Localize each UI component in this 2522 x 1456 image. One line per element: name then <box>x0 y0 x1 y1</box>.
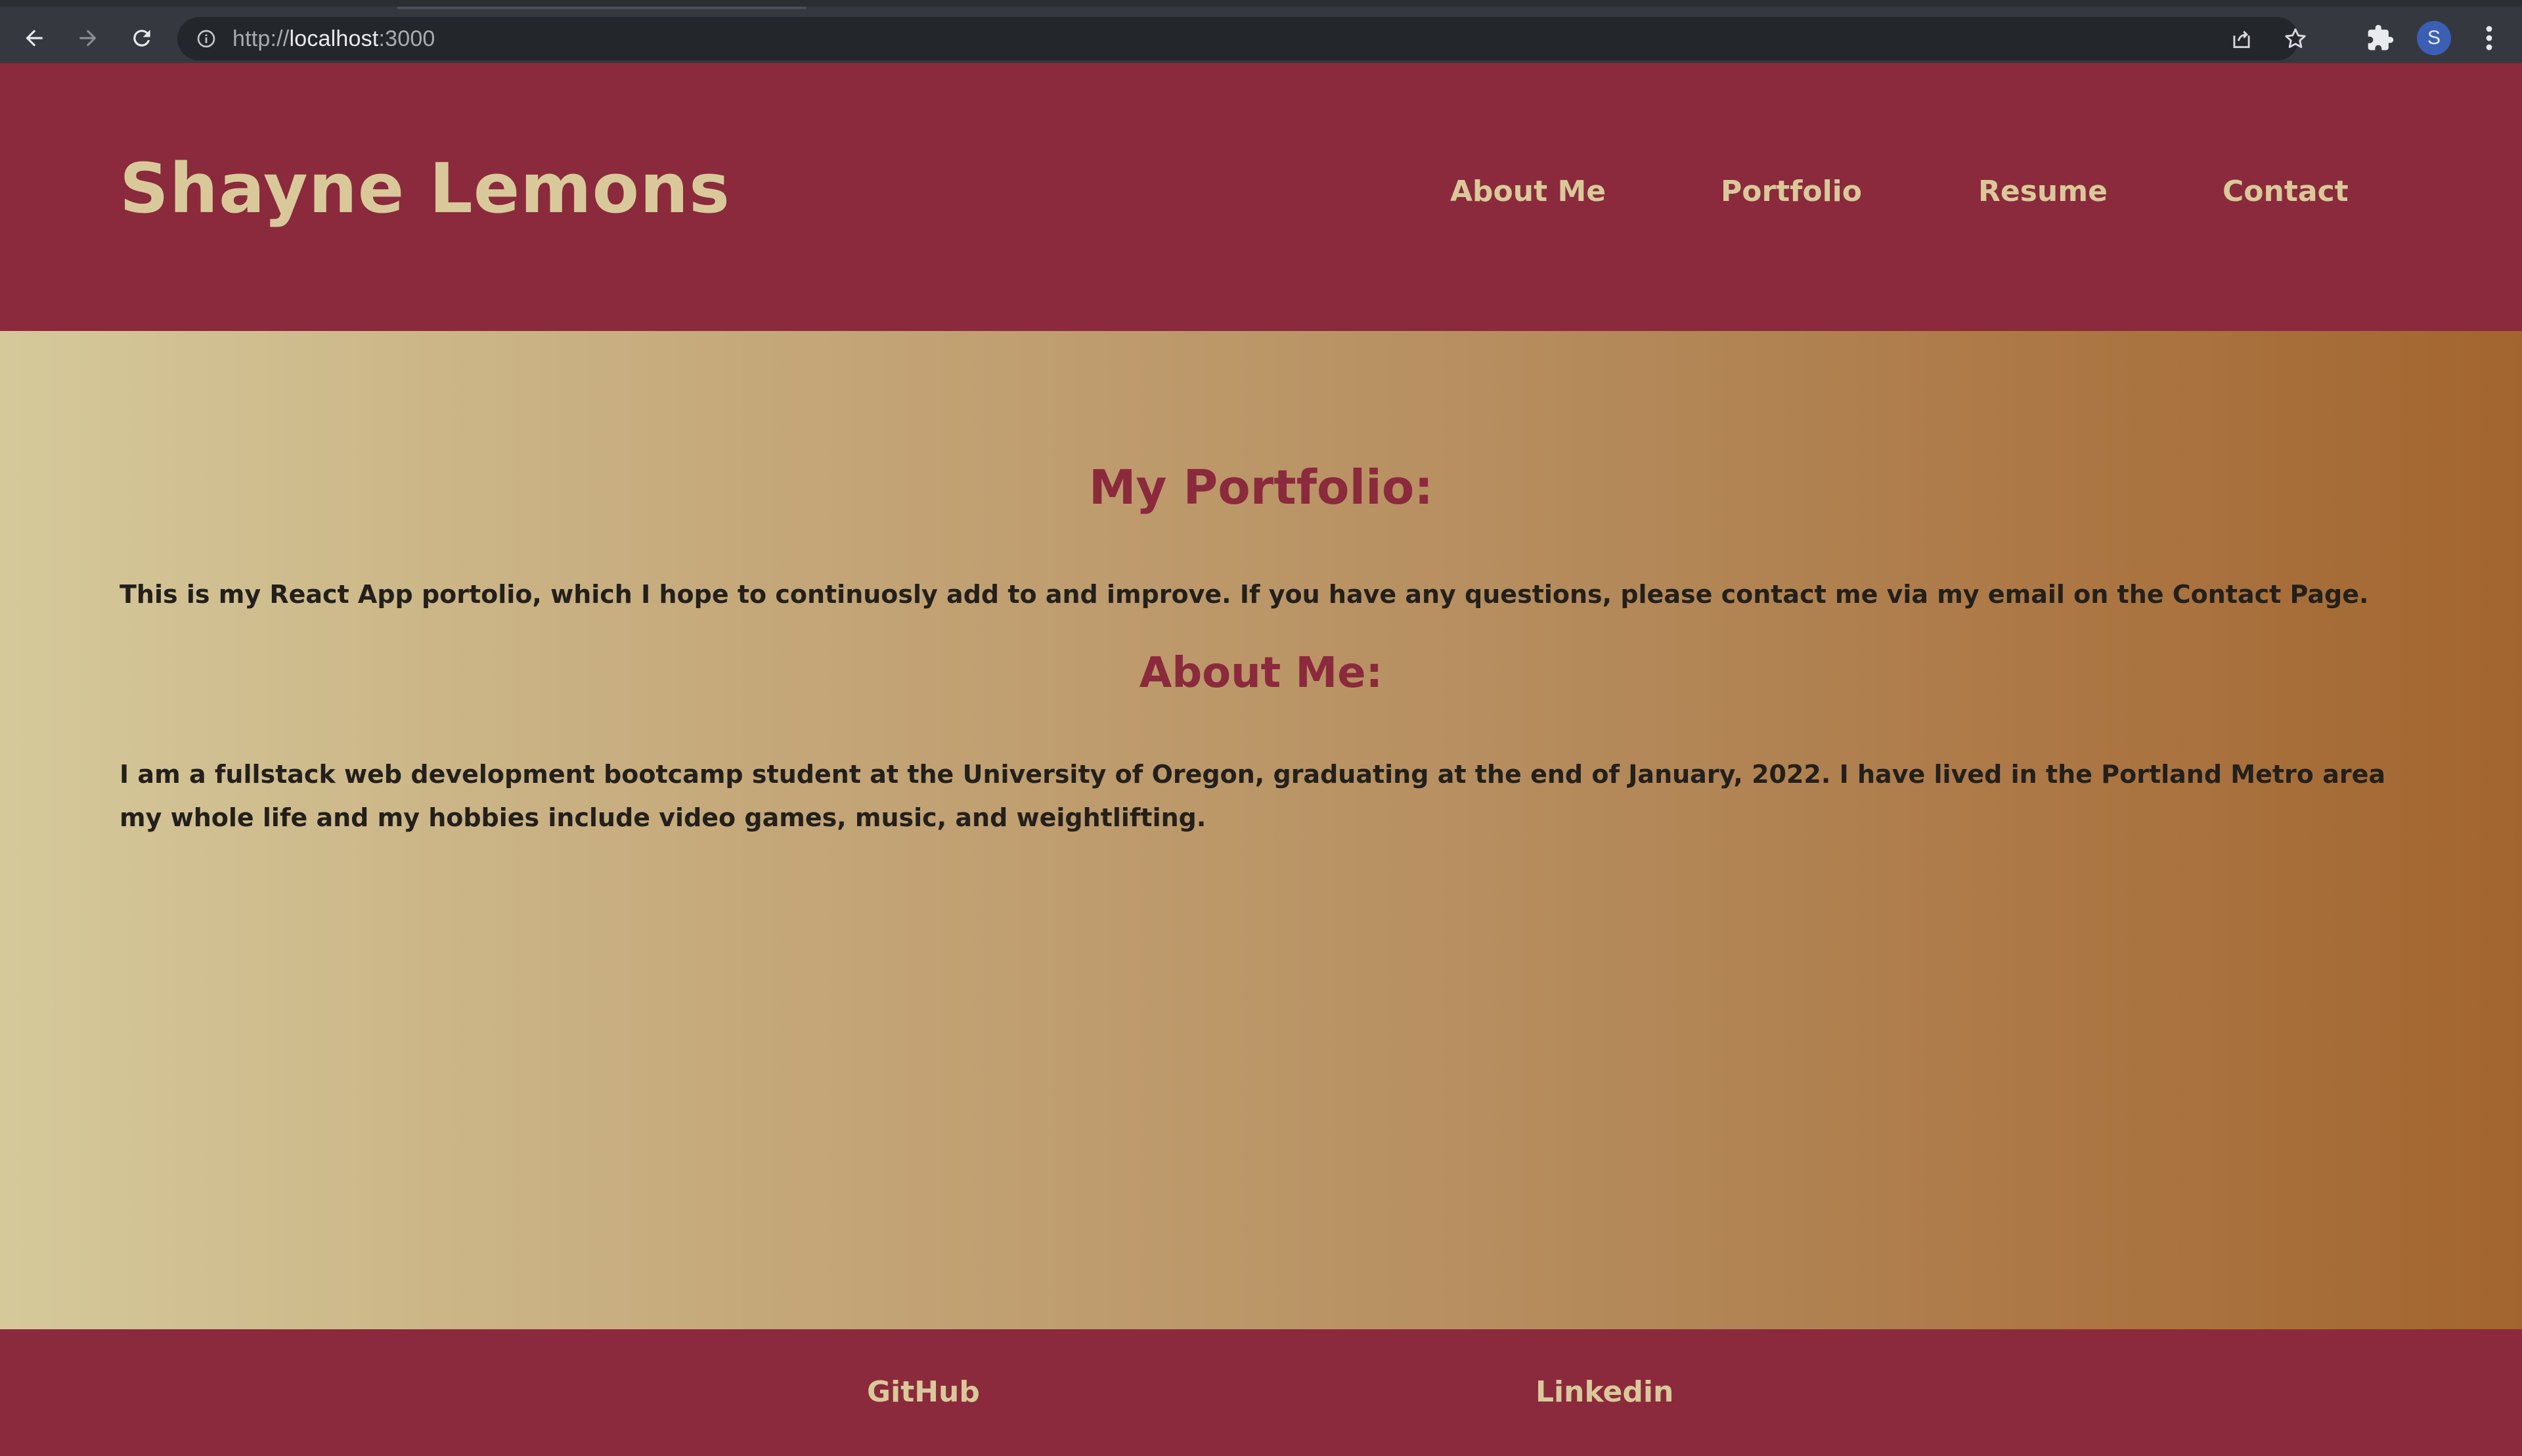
main-content: My Portfolio: This is my React App porto… <box>0 331 2522 1329</box>
kebab-menu-icon <box>2486 26 2492 51</box>
active-tab-indicator <box>397 7 806 9</box>
nav-about-me[interactable]: About Me <box>1450 175 1606 208</box>
about-description: I am a fullstack web development bootcam… <box>120 760 2385 832</box>
site-title: Shayne Lemons <box>120 148 731 229</box>
back-button[interactable] <box>16 20 53 56</box>
url-scheme: http:// <box>232 26 290 51</box>
forward-button[interactable] <box>70 20 106 56</box>
reload-button[interactable] <box>123 20 160 56</box>
arrow-left-icon <box>26 30 43 47</box>
url-port: :3000 <box>378 26 435 51</box>
portfolio-description: This is my React App portolio, which I h… <box>120 580 2369 609</box>
about-heading: About Me: <box>1139 649 1383 697</box>
footer-github-link[interactable]: GitHub <box>867 1375 980 1409</box>
portfolio-heading: My Portfolio: <box>1088 460 1434 515</box>
puzzle-icon[interactable] <box>2366 24 2395 53</box>
footer-linkedin-link[interactable]: Linkedin <box>1536 1375 1673 1409</box>
star-icon[interactable] <box>2283 26 2308 51</box>
url-host: localhost <box>289 26 379 51</box>
arrow-right-icon <box>79 30 97 47</box>
nav-resume[interactable]: Resume <box>1978 175 2108 208</box>
info-icon[interactable] <box>196 28 217 49</box>
nav-contact[interactable]: Contact <box>2223 175 2349 208</box>
share-icon[interactable] <box>2229 26 2254 51</box>
site-header: Shayne Lemons About Me Portfolio Resume … <box>0 63 2522 331</box>
url-text[interactable]: http://localhost:3000 <box>232 17 435 60</box>
site-footer: GitHub Linkedin <box>0 1329 2522 1456</box>
browser-toolbar: http://localhost:3000 S <box>0 0 2522 63</box>
nav-portfolio[interactable]: Portfolio <box>1721 175 1862 208</box>
reload-icon <box>133 30 150 47</box>
avatar-letter: S <box>2427 27 2441 49</box>
browser-menu-button[interactable] <box>2472 21 2506 55</box>
address-bar[interactable]: http://localhost:3000 <box>177 17 2306 60</box>
profile-avatar[interactable]: S <box>2417 21 2451 55</box>
